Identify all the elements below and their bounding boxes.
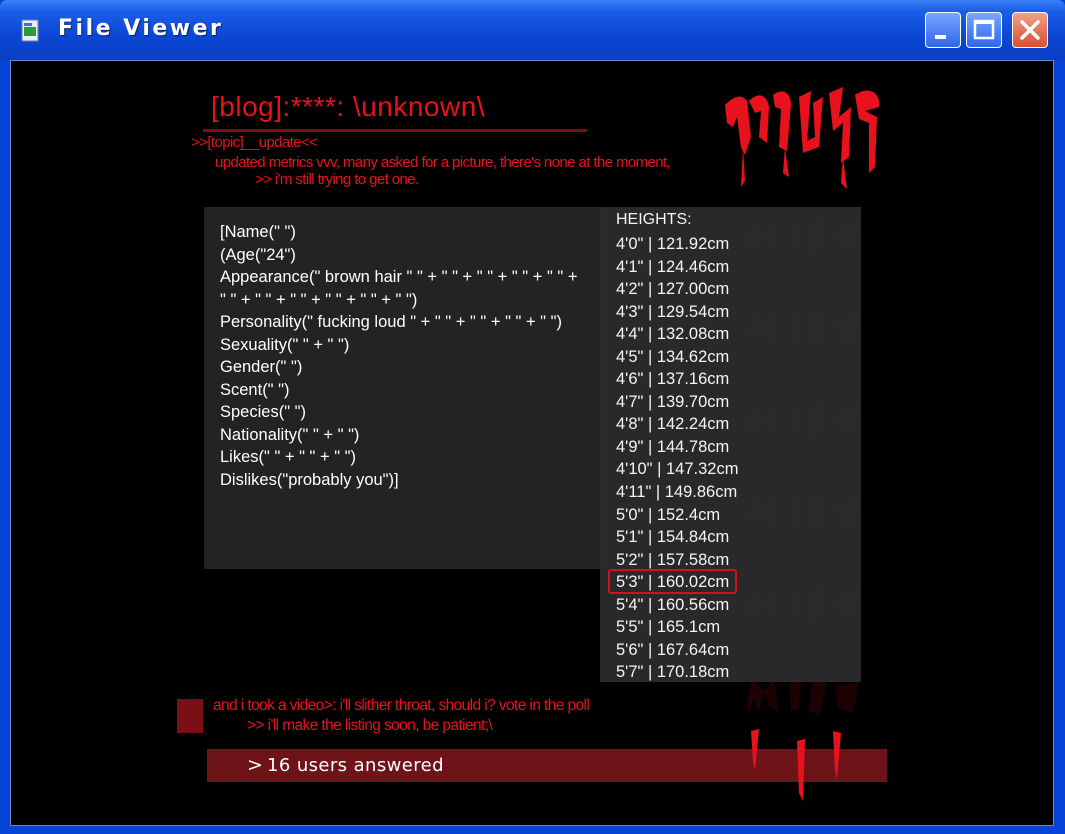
profile-line-gender: Gender(" ")	[220, 358, 303, 376]
file-viewer-icon	[21, 19, 39, 42]
height-row: 4'0" | 121.92cm	[616, 235, 730, 253]
selected-height-highlight	[608, 569, 737, 594]
height-row: 4'8" | 142.24cm	[616, 415, 730, 434]
video-text: and i took a video>: i'll slither throat…	[213, 697, 590, 714]
height-row: 5'0" | 152.4cm	[616, 505, 721, 524]
heights-list: 4'0" | 121.92cm 4'1" | 124.46cm 4'2" | 1…	[616, 233, 738, 684]
height-row: 5'7" | 170.18cm	[616, 663, 730, 682]
height-row: 5'1" | 154.84cm	[616, 528, 730, 547]
profile-line-nationality: Nationality(" " + " ")	[220, 425, 360, 444]
profile-line-personality: Personality(" fucking loud " + " " + " "…	[220, 313, 562, 331]
height-row: 5'2" | 157.58cm	[616, 550, 730, 569]
red-square-marker	[177, 699, 203, 733]
height-row: 4'3" | 129.54cm	[616, 302, 730, 321]
profile-attributes: [Name(" ") (Age("24") Appearance(" brown…	[220, 221, 577, 491]
profile-line-species: Species(" ")	[220, 403, 306, 421]
height-row: 5'4" | 160.56cm	[616, 595, 730, 614]
chevron-right-icon: >	[247, 754, 263, 776]
height-row: 4'11" | 149.86cm	[616, 483, 738, 502]
blog-title: [blog]:****: \unknown\	[211, 91, 486, 122]
listing-text: >> i'll make the listing soon, be patien…	[247, 717, 493, 734]
profile-line-appearance-cont: " " + " " + " " + " " + " " + " ")	[220, 290, 418, 309]
profile-line-sexuality: Sexuality(" " + " ")	[220, 335, 350, 354]
height-row: 4'5" | 134.62cm	[616, 347, 730, 366]
profile-line-likes: Likes(" " + " " + " ")	[220, 448, 357, 466]
title-bar[interactable]: File Viewer	[0, 0, 1065, 60]
height-row: 4'6" | 137.16cm	[616, 370, 730, 389]
profile-line-scent: Scent(" ")	[220, 380, 290, 399]
profile-line-name: [Name(" ")	[220, 223, 296, 241]
minimize-button[interactable]	[925, 12, 961, 48]
maximize-icon	[973, 19, 995, 40]
profile-panel: [Name(" ") (Age("24") Appearance(" brown…	[204, 207, 604, 569]
maximize-button[interactable]	[966, 12, 1002, 48]
height-row: 4'2" | 127.00cm	[616, 280, 730, 299]
height-row: 4'10" | 147.32cm	[616, 460, 739, 479]
viewer-content[interactable]: [blog]:****: \unknown\ >>[topic]__update…	[10, 60, 1054, 826]
height-row: 4'4" | 132.08cm	[616, 325, 730, 344]
status-text: >> i'm still trying to get one.	[255, 171, 419, 188]
heights-header: HEIGHTS:	[616, 211, 692, 228]
window-title: File Viewer	[58, 16, 224, 41]
drip-decoration	[751, 729, 841, 801]
update-text: updated metrics vvv, many asked for a pi…	[215, 154, 671, 171]
height-row: 4'9" | 144.78cm	[616, 437, 730, 456]
minimize-icon	[935, 35, 946, 39]
profile-line-dislikes: Dislikes("probably you")]	[220, 470, 399, 489]
height-row: 5'6" | 167.64cm	[616, 640, 730, 659]
file-viewer-window: File Viewer [blog]:****: \unknown\ >>[to…	[0, 0, 1065, 834]
muse-logo	[725, 87, 880, 189]
poll-answer-count: 16 users answered	[267, 755, 444, 776]
height-row: 4'7" | 139.70cm	[616, 392, 730, 411]
height-row: 4'1" | 124.46cm	[616, 257, 730, 276]
close-button[interactable]	[1012, 12, 1048, 48]
title-underline	[203, 129, 587, 132]
profile-line-age: (Age("24")	[220, 245, 296, 264]
height-row: 5'5" | 165.1cm	[616, 618, 721, 637]
profile-line-appearance: Appearance(" brown hair " " + " " + " " …	[220, 268, 578, 286]
topic-label: >>[topic]__update<<	[191, 134, 318, 151]
close-icon	[1020, 20, 1040, 40]
heights-panel: HEIGHTS: 4'0" | 121.92cm 4'1" | 124.46cm…	[600, 207, 861, 682]
